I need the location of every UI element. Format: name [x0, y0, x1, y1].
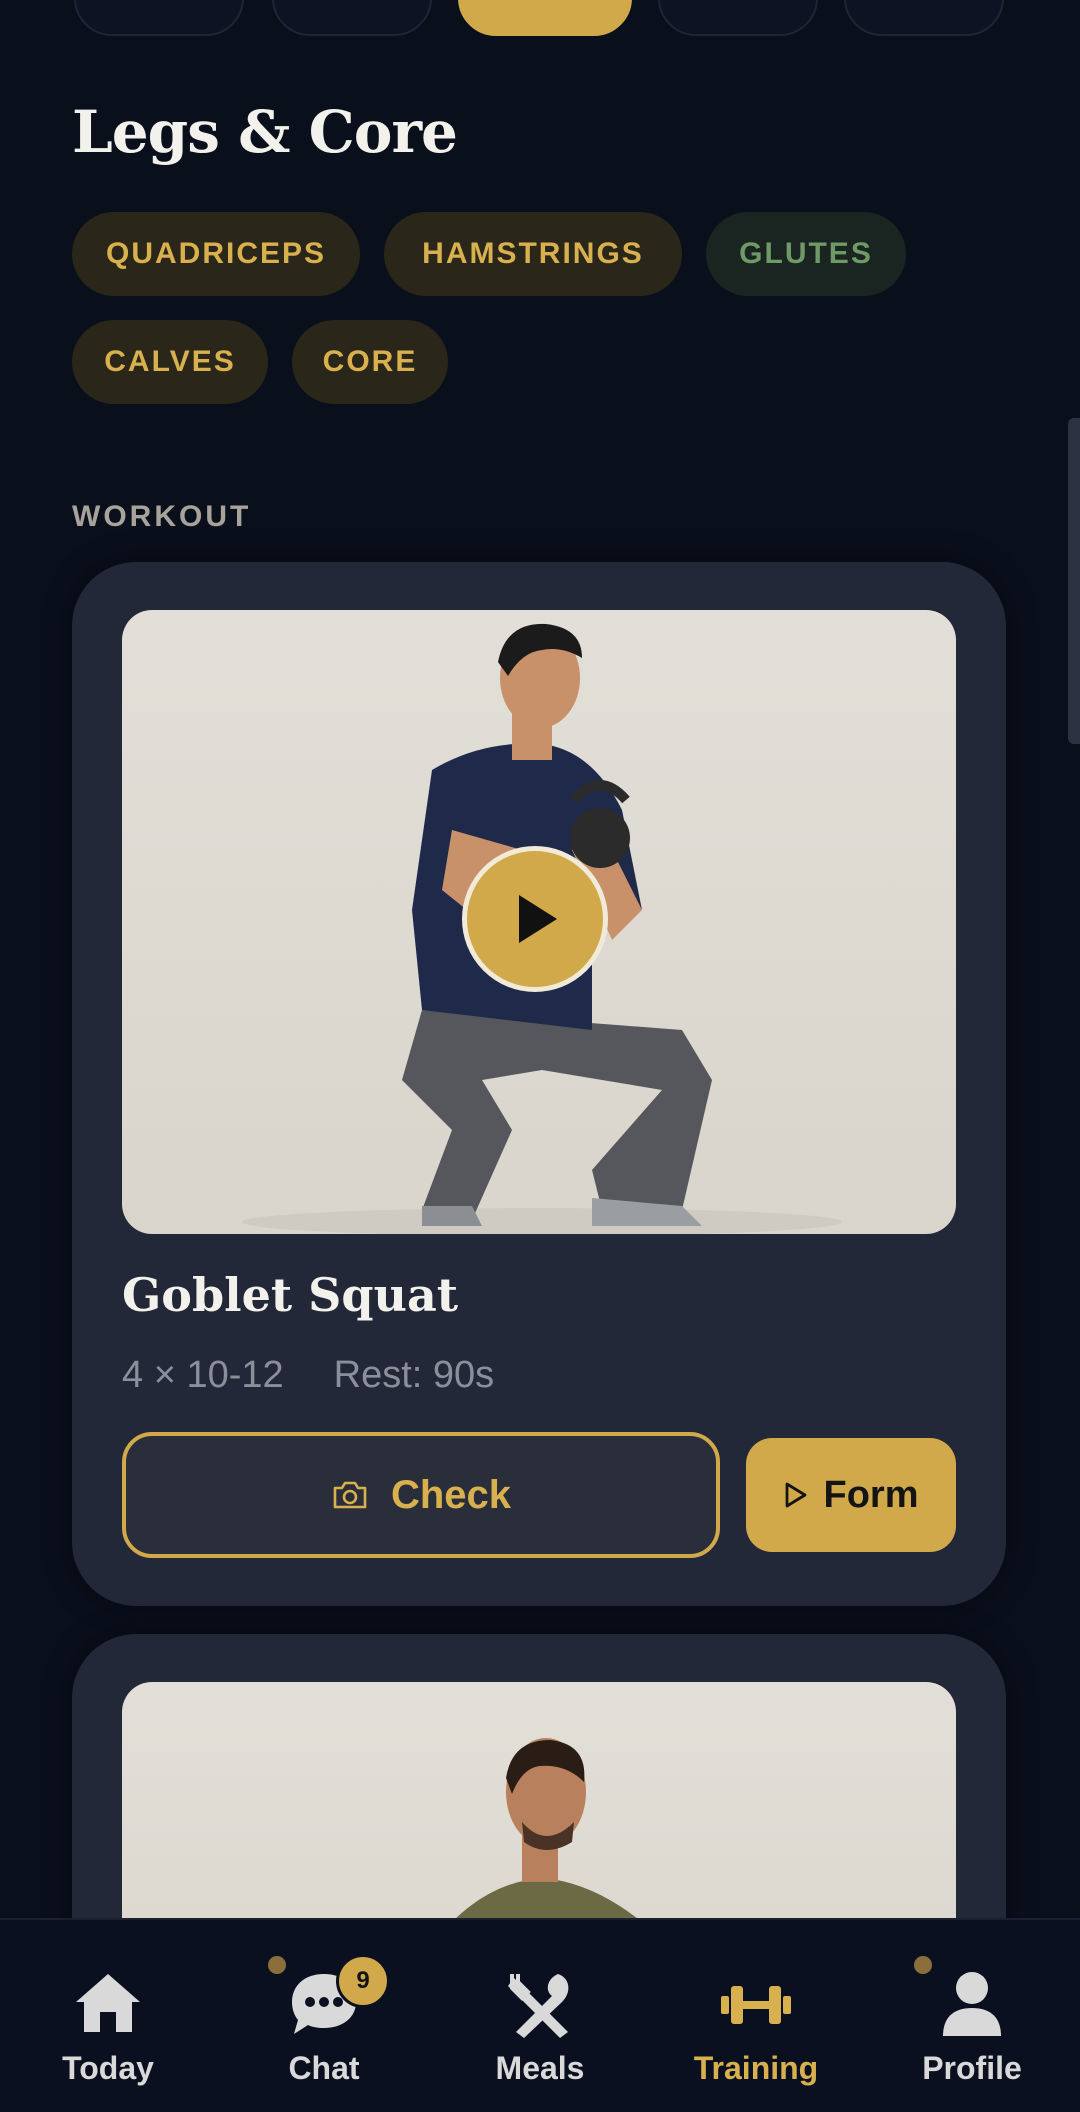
- muscle-tag-calves: CALVES: [72, 320, 268, 404]
- day-tab-4[interactable]: [658, 0, 818, 36]
- day-tab-5[interactable]: [844, 0, 1004, 36]
- exercise-sets-reps: 4 × 10-12: [122, 1354, 284, 1396]
- nav-label-today: Today: [62, 2050, 154, 2086]
- exercise-name: Goblet Squat: [122, 1268, 459, 1322]
- exercise-video-thumbnail[interactable]: [122, 610, 956, 1234]
- user-icon: [943, 1972, 1001, 2036]
- check-form-button[interactable]: Check: [122, 1432, 720, 1558]
- play-video-button[interactable]: [462, 846, 608, 992]
- nav-label-chat: Chat: [288, 2050, 360, 2086]
- nav-item-today[interactable]: Today: [0, 1920, 216, 2112]
- camera-icon: [333, 1481, 367, 1509]
- check-button-label: Check: [390, 1472, 512, 1517]
- day-tab-2[interactable]: [272, 0, 432, 36]
- dumbbell-icon: [721, 1986, 791, 2024]
- muscle-tag-hamstrings: HAMSTRINGS: [384, 212, 682, 296]
- exercise-meta: 4 × 10-12 Rest: 90s: [122, 1354, 494, 1397]
- nav-item-meals[interactable]: Meals: [432, 1920, 648, 2112]
- muscle-tag-glutes: GLUTES: [706, 212, 906, 296]
- scrollbar[interactable]: [1068, 418, 1080, 744]
- form-button-label: Form: [823, 1473, 919, 1516]
- nav-item-training[interactable]: Training: [648, 1920, 864, 2112]
- exercise-card: Goblet Squat 4 × 10-12 Rest: 90s Check F…: [72, 562, 1006, 1606]
- notification-dot: [268, 1956, 286, 1974]
- home-icon: [76, 1974, 140, 2032]
- muscle-tag-core: CORE: [292, 320, 448, 404]
- form-video-button[interactable]: Form: [746, 1438, 956, 1552]
- muscle-tag-quadriceps: QUADRICEPS: [72, 212, 360, 296]
- section-label-workout: WORKOUT: [72, 500, 252, 533]
- nav-label-profile: Profile: [922, 2050, 1022, 2086]
- notification-dot: [914, 1956, 932, 1974]
- page-title: Legs & Core: [72, 98, 458, 166]
- chat-unread-badge: 9: [336, 1954, 390, 2008]
- play-icon: [519, 895, 557, 943]
- utensils-icon: [508, 1974, 569, 2038]
- play-outline-icon: [785, 1482, 806, 1508]
- exercise-rest: Rest: 90s: [333, 1354, 495, 1396]
- nav-label-training: Training: [693, 2050, 819, 2086]
- day-tab-active[interactable]: [458, 0, 632, 36]
- bottom-navigation: Today 9 Chat Meals Training Profile: [0, 1918, 1080, 2112]
- day-selector: [0, 0, 1080, 40]
- day-tab-1[interactable]: [74, 0, 244, 36]
- nav-item-chat[interactable]: 9 Chat: [216, 1920, 432, 2112]
- nav-item-profile[interactable]: Profile: [864, 1920, 1080, 2112]
- nav-label-meals: Meals: [495, 2050, 585, 2086]
